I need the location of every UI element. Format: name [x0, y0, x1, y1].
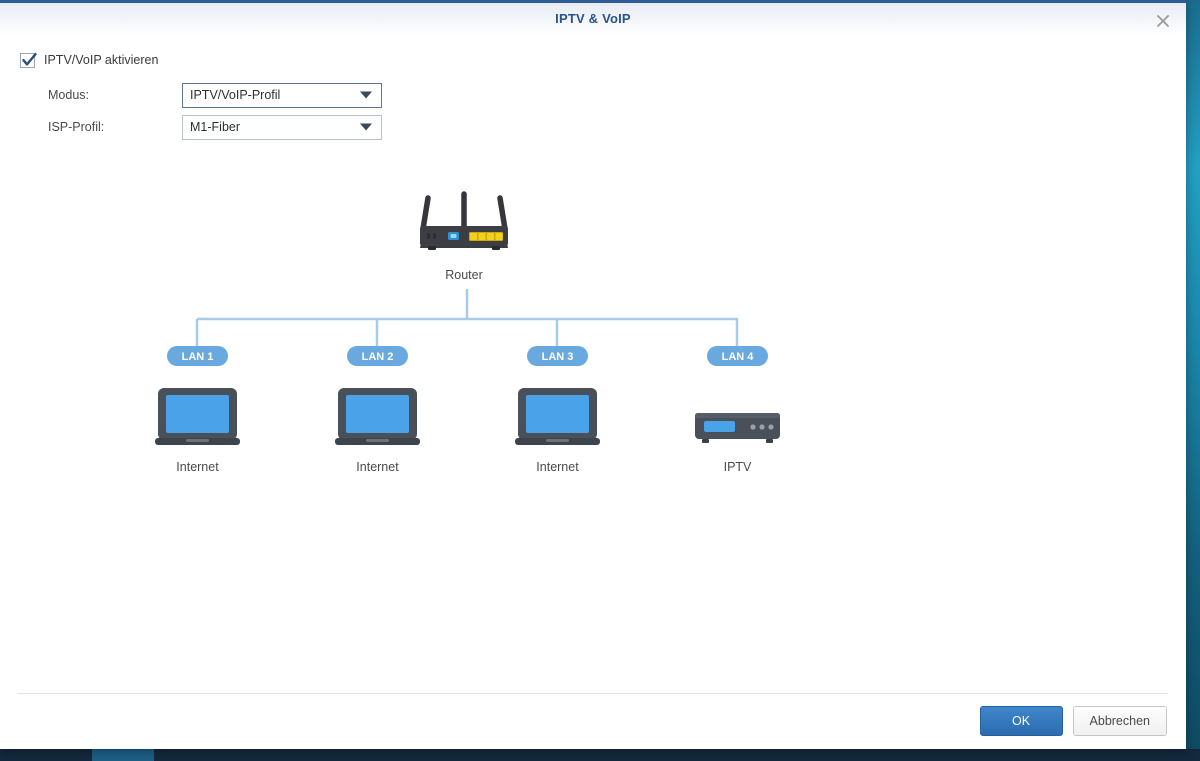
- router-icon: [420, 191, 508, 250]
- mode-row: Modus: IPTV/VoIP-Profil: [20, 82, 1186, 108]
- connector-lines: [195, 289, 739, 346]
- taskbar-accent: [92, 749, 154, 761]
- device-label-3: Internet: [536, 460, 579, 474]
- device-label-4: IPTV: [724, 460, 752, 474]
- laptop-icon: [335, 388, 420, 445]
- dialog-title: IPTV & VoIP: [555, 11, 631, 26]
- enable-iptv-voip-checkbox[interactable]: [20, 52, 37, 68]
- taskbar: [0, 749, 1200, 761]
- mode-select-value: IPTV/VoIP-Profil: [190, 88, 281, 102]
- ok-button[interactable]: OK: [979, 706, 1063, 736]
- lan-port-group-4: LAN 4 IPTV: [695, 346, 780, 474]
- mode-select[interactable]: IPTV/VoIP-Profil: [182, 82, 382, 108]
- dialog-titlebar: IPTV & VoIP: [0, 0, 1186, 36]
- topology-svg: Router LAN 1 Internet LAN 2 Internet LAN…: [155, 191, 780, 474]
- lan-badge-label-3: LAN 3: [542, 351, 574, 363]
- set-top-box-icon: [695, 413, 780, 443]
- isp-profile-row: ISP-Profil: M1-Fiber: [20, 114, 1186, 140]
- device-label-2: Internet: [356, 460, 399, 474]
- enable-iptv-voip-label: IPTV/VoIP aktivieren: [44, 53, 159, 67]
- laptop-icon: [155, 388, 240, 445]
- iptv-voip-dialog: IPTV & VoIP IPTV/VoIP aktivieren Modus:: [0, 0, 1186, 749]
- lan-port-group-3: LAN 3 Internet: [515, 346, 600, 474]
- cancel-button[interactable]: Abbrechen: [1072, 706, 1167, 736]
- dialog-body: IPTV/VoIP aktivieren Modus: IPTV/VoIP-Pr…: [0, 36, 1186, 693]
- isp-profile-label: ISP-Profil:: [48, 120, 105, 134]
- chevron-down-icon: [360, 91, 372, 99]
- dialog-footer: OK Abbrechen: [0, 693, 1186, 749]
- network-topology-diagram: Router LAN 1 Internet LAN 2 Internet LAN…: [0, 176, 1186, 496]
- close-icon: [1157, 15, 1169, 27]
- device-label-1: Internet: [176, 460, 219, 474]
- close-button[interactable]: [1150, 8, 1176, 34]
- lan-badge-label-4: LAN 4: [722, 351, 755, 363]
- lan-port-group-2: LAN 2 Internet: [335, 346, 420, 474]
- lan-badge-label-2: LAN 2: [362, 351, 394, 363]
- isp-profile-select-value: M1-Fiber: [190, 120, 241, 134]
- form-area: IPTV/VoIP aktivieren Modus: IPTV/VoIP-Pr…: [0, 36, 1186, 140]
- router-label: Router: [445, 268, 483, 282]
- lan-badge-label-1: LAN 1: [182, 351, 214, 363]
- mode-label: Modus:: [48, 88, 89, 102]
- checkmark-icon: [22, 52, 37, 66]
- chevron-down-icon: [360, 123, 372, 131]
- laptop-icon: [515, 388, 600, 445]
- isp-profile-select[interactable]: M1-Fiber: [182, 114, 382, 140]
- lan-port-group-1: LAN 1 Internet: [155, 346, 240, 474]
- enable-iptv-voip-row[interactable]: IPTV/VoIP aktivieren: [20, 50, 1186, 70]
